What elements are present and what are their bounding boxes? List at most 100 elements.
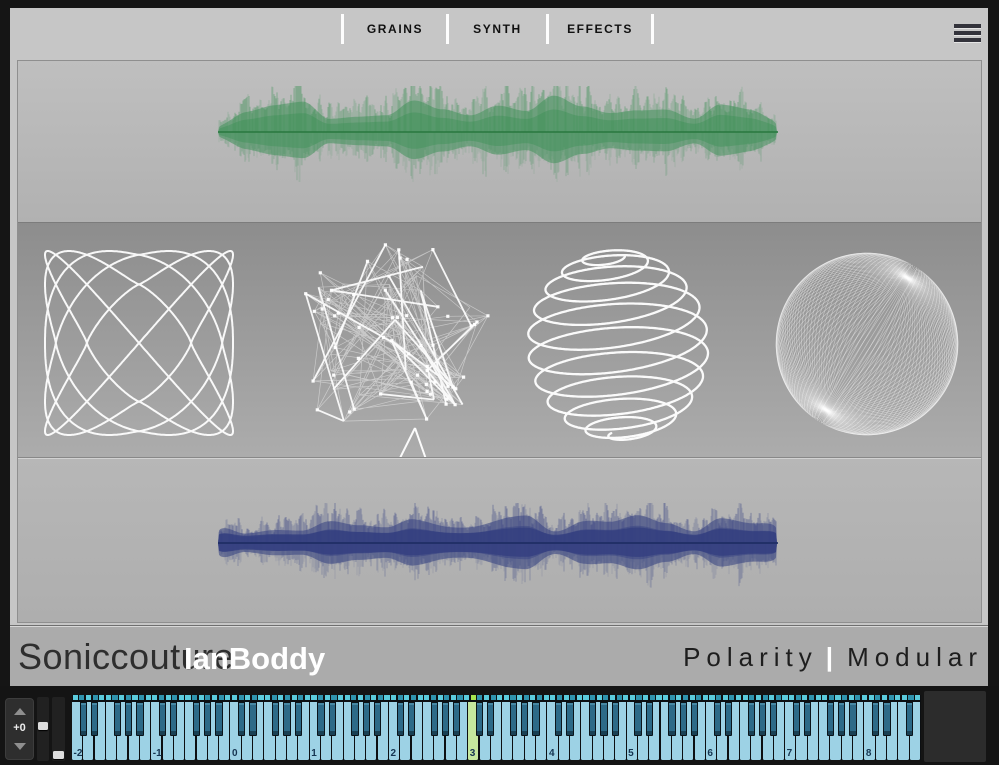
piano-key-black[interactable] <box>804 702 811 737</box>
network-edges <box>306 245 488 421</box>
key-range-cap <box>431 695 436 700</box>
tab-separator <box>341 14 344 44</box>
piano-key-black[interactable] <box>906 702 913 737</box>
piano-key-black[interactable] <box>374 702 381 737</box>
piano-key-black[interactable] <box>589 702 596 737</box>
octave-label: 4 <box>549 748 555 759</box>
piano-key-black[interactable] <box>759 702 766 737</box>
piano-key-black[interactable] <box>114 702 121 737</box>
piano-key-black[interactable] <box>872 702 879 737</box>
key-range-cap <box>384 695 389 700</box>
piano-key-black[interactable] <box>849 702 856 737</box>
key-range-cap <box>219 695 224 700</box>
piano-key-black[interactable] <box>431 702 438 737</box>
key-range-cap <box>849 695 854 700</box>
piano-key-black[interactable] <box>510 702 517 737</box>
piano-key-black[interactable] <box>555 702 562 737</box>
key-range-cap <box>842 695 847 700</box>
piano-key-black[interactable] <box>204 702 211 737</box>
piano-key-black[interactable] <box>91 702 98 737</box>
piano-key-black[interactable] <box>566 702 573 737</box>
key-range-cap <box>603 695 608 700</box>
key-range-cap <box>564 695 569 700</box>
key-range-cap <box>530 695 535 700</box>
piano-key-black[interactable] <box>680 702 687 737</box>
piano-key-black[interactable] <box>521 702 528 737</box>
octave-label: 5 <box>628 748 634 759</box>
piano-key-black[interactable] <box>453 702 460 737</box>
piano-key-black[interactable] <box>295 702 302 737</box>
scroll-track[interactable] <box>37 697 49 761</box>
piano-key-black[interactable] <box>442 702 449 737</box>
hamburger-menu-icon[interactable] <box>954 24 981 43</box>
piano-key-black[interactable] <box>691 702 698 737</box>
tab-grains[interactable]: GRAINS <box>346 14 444 44</box>
piano-key-black[interactable] <box>136 702 143 737</box>
keyboard-right-panel <box>924 691 986 762</box>
piano-key-black[interactable] <box>646 702 653 737</box>
key-range-cap <box>126 695 131 700</box>
piano-key-black[interactable] <box>159 702 166 737</box>
piano-key-black[interactable] <box>476 702 483 737</box>
piano-key-black[interactable] <box>363 702 370 737</box>
tab-synth[interactable]: SYNTH <box>451 14 544 44</box>
key-range-cap <box>292 695 297 700</box>
scroll-handle[interactable] <box>38 722 48 730</box>
piano-key-black[interactable] <box>215 702 222 737</box>
key-range-cap <box>192 695 197 700</box>
piano-key-black[interactable] <box>329 702 336 737</box>
piano-key-black[interactable] <box>838 702 845 737</box>
piano-key-black[interactable] <box>125 702 132 737</box>
piano-key-black[interactable] <box>714 702 721 737</box>
piano-key-black[interactable] <box>668 702 675 737</box>
piano-keyboard[interactable]: -2-1012345678 <box>72 695 921 760</box>
piano-key-black[interactable] <box>408 702 415 737</box>
piano-key-black[interactable] <box>80 702 87 737</box>
piano-key-black[interactable] <box>193 702 200 737</box>
transpose-down-icon[interactable] <box>14 743 26 750</box>
key-range-cap <box>79 695 84 700</box>
piano-key-black[interactable] <box>725 702 732 737</box>
piano-key-black[interactable] <box>317 702 324 737</box>
key-range-cap <box>93 695 98 700</box>
piano-key-black[interactable] <box>612 702 619 737</box>
key-range-cap <box>311 695 316 700</box>
transpose-up-icon[interactable] <box>14 708 26 715</box>
piano-key-black[interactable] <box>272 702 279 737</box>
piano-key-black[interactable] <box>238 702 245 737</box>
piano-key-black[interactable] <box>793 702 800 737</box>
piano-key-black[interactable] <box>748 702 755 737</box>
key-range-cap <box>749 695 754 700</box>
key-range-cap <box>743 695 748 700</box>
key-range-cap <box>411 695 416 700</box>
octave-label: 6 <box>707 748 713 759</box>
piano-key-black[interactable] <box>351 702 358 737</box>
octave-label: -1 <box>153 748 162 759</box>
piano-key-black[interactable] <box>170 702 177 737</box>
piano-key-black[interactable] <box>883 702 890 737</box>
key-range-cap <box>232 695 237 700</box>
scroll-handle[interactable] <box>53 751 64 759</box>
grain-sample-waveform[interactable] <box>218 86 778 182</box>
key-range-cap <box>617 695 622 700</box>
key-range-cap <box>895 695 900 700</box>
transpose-control[interactable]: +0 <box>5 698 34 760</box>
key-range-cap <box>782 695 787 700</box>
piano-key-black[interactable] <box>827 702 834 737</box>
key-range-cap <box>358 695 363 700</box>
piano-key-black[interactable] <box>532 702 539 737</box>
scroll-track[interactable] <box>52 697 65 761</box>
piano-key-black[interactable] <box>770 702 777 737</box>
tab-effects[interactable]: EFFECTS <box>551 14 649 44</box>
piano-key-black[interactable] <box>600 702 607 737</box>
piano-key-black[interactable] <box>283 702 290 737</box>
piano-key-black[interactable] <box>487 702 494 737</box>
piano-key-black[interactable] <box>249 702 256 737</box>
source-sample-waveform[interactable] <box>218 503 778 591</box>
key-range-cap <box>285 695 290 700</box>
piano-key-black[interactable] <box>397 702 404 737</box>
key-range-cap <box>351 695 356 700</box>
key-range-cap <box>106 695 111 700</box>
key-range-cap <box>610 695 615 700</box>
piano-key-black[interactable] <box>634 702 641 737</box>
